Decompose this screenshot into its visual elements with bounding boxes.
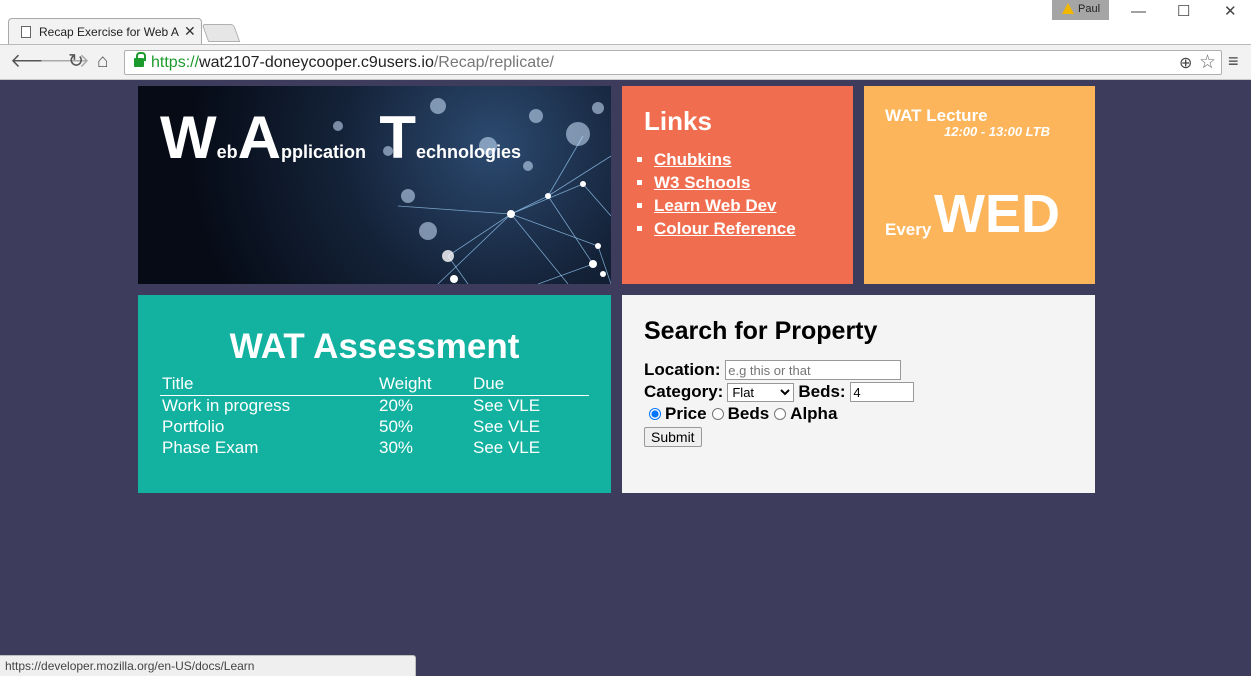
url-path: /Recap/replicate/ (433, 54, 554, 71)
maximize-icon[interactable]: ☐ (1177, 4, 1190, 20)
table-cell: 30% (379, 437, 414, 457)
address-bar[interactable]: https://wat2107-doneycooper.c9users.io/R… (124, 50, 1222, 75)
profile-button[interactable]: Paul (1052, 0, 1109, 20)
column-header-due: Due (471, 373, 589, 396)
sort-alpha-radio[interactable] (774, 408, 787, 420)
home-icon[interactable]: ⌂ (97, 51, 108, 73)
location-label: Location: (644, 360, 721, 379)
banner: WebApplication Technologies (138, 86, 611, 284)
logo-word-echnologies: echnologies (416, 142, 522, 162)
table-cell: 50% (379, 416, 414, 436)
lecture-time: 12:00 - 13:00 LTB (944, 124, 1050, 139)
table-cell: Work in progress (162, 395, 291, 415)
close-tab-icon[interactable]: ✕ (184, 23, 196, 39)
links-list: Chubkins W3 Schools Learn Web Dev Colour… (654, 148, 796, 240)
logo-letter-w: W (160, 104, 217, 171)
menu-icon[interactable]: ≡ (1228, 51, 1239, 71)
column-header-title: Title (160, 373, 377, 396)
table-row: Phase Exam 30% See VLE (160, 437, 589, 458)
close-window-icon[interactable]: ✕ (1224, 4, 1237, 20)
url-host: wat2107-doneycooper.c9users.io (199, 54, 434, 71)
status-bar-url: https://developer.mozilla.org/en-US/docs… (0, 655, 416, 676)
beds-label: Beds: (798, 382, 846, 401)
list-item: Learn Web Dev (654, 194, 796, 217)
reload-icon[interactable]: ↻ (68, 51, 84, 73)
profile-name: Paul (1078, 3, 1101, 15)
beds-input[interactable] (850, 382, 915, 402)
logo-letter-t: T (379, 104, 416, 171)
logo-letter-a: A (237, 104, 281, 171)
table-cell: See VLE (473, 437, 541, 457)
sort-alpha-label: Alpha (790, 404, 838, 423)
tab-title: Recap Exercise for Web Ap (39, 25, 179, 39)
site-logo-text: WebApplication Technologies (160, 108, 522, 168)
column-header-weight: Weight (377, 373, 471, 396)
warning-icon (1062, 3, 1074, 14)
search-panel: Search for Property Location: Category: … (622, 295, 1095, 493)
browser-titlebar: Recap Exercise for Web Ap ✕ Paul — ☐ ✕ (0, 0, 1251, 45)
lecture-title: WAT Lecture (885, 106, 988, 125)
document-icon (21, 26, 31, 38)
minimize-icon[interactable]: — (1131, 4, 1146, 20)
table-cell: Portfolio (162, 416, 225, 436)
lecture-every: Every (885, 220, 932, 239)
sort-price-label: Price (665, 404, 707, 423)
list-item: Chubkins (654, 148, 796, 171)
link-learn-web-dev[interactable]: Learn Web Dev (654, 196, 777, 215)
search-form: Location: Category: Flat Beds: Price Bed… (644, 359, 915, 447)
sort-beds-radio[interactable] (711, 408, 724, 420)
assessment-title: WAT Assessment (229, 327, 520, 366)
table-row: Portfolio 50% See VLE (160, 416, 589, 437)
url-text[interactable]: https://wat2107-doneycooper.c9users.io/R… (151, 54, 554, 72)
zoom-icon[interactable]: ⊕ (1179, 53, 1192, 73)
link-chubkins[interactable]: Chubkins (654, 150, 731, 169)
table-cell: 20% (379, 395, 414, 415)
logo-word-eb: eb (216, 142, 238, 162)
sort-beds-label: Beds (727, 404, 770, 423)
star-icon[interactable]: ☆ (1199, 51, 1216, 74)
table-cell: Phase Exam (162, 437, 259, 457)
category-label: Category: (644, 382, 724, 401)
new-tab-button[interactable] (201, 24, 241, 42)
links-title: Links (644, 106, 712, 136)
sort-price-radio[interactable] (649, 408, 661, 420)
assessment-table: Title Weight Due Work in progress 20% Se… (160, 373, 589, 458)
table-cell: See VLE (473, 395, 541, 415)
url-scheme: https:// (151, 54, 200, 71)
search-title: Search for Property (644, 317, 878, 345)
category-select[interactable]: Flat (727, 382, 795, 402)
table-cell: See VLE (473, 416, 541, 436)
table-row: Work in progress 20% See VLE (160, 395, 589, 416)
submit-button[interactable]: Submit (644, 427, 702, 447)
logo-word-pplication: pplication (281, 142, 366, 162)
link-w3-schools[interactable]: W3 Schools (654, 173, 750, 192)
table-header-row: Title Weight Due (160, 373, 589, 396)
location-input[interactable] (725, 360, 902, 380)
list-item: Colour Reference (654, 217, 796, 240)
lock-icon (134, 52, 146, 67)
links-panel: Links Chubkins W3 Schools Learn Web Dev … (622, 86, 853, 284)
link-colour-reference[interactable]: Colour Reference (654, 219, 796, 238)
lecture-day: WED (934, 184, 1060, 244)
lecture-panel: WAT Lecture 12:00 - 13:00 LTB Every WED (864, 86, 1095, 284)
assessment-panel: WAT Assessment Title Weight Due Work in … (138, 295, 611, 493)
browser-tab[interactable]: Recap Exercise for Web Ap ✕ (8, 18, 202, 45)
browser-toolbar: 🡐 🡒 ↻ ⌂ https://wat2107-doneycooper.c9us… (0, 44, 1251, 80)
list-item: W3 Schools (654, 171, 796, 194)
